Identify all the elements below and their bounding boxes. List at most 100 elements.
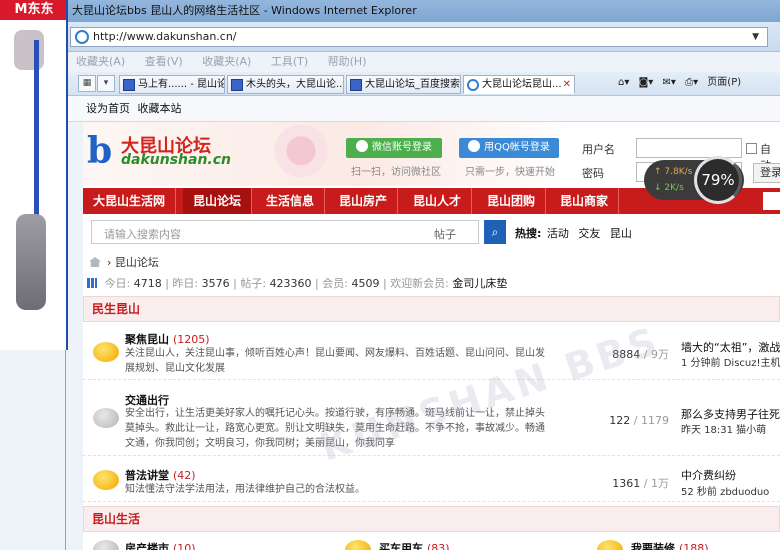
username-input[interactable]: [636, 138, 742, 158]
stats-icon: [87, 278, 97, 288]
upload-value: 7.8K/s: [664, 167, 693, 177]
tab-3[interactable]: 大昆山论坛_百度搜索: [346, 75, 461, 94]
thread-count: 1361: [612, 477, 641, 490]
home-icon[interactable]: ⌂▾: [618, 77, 629, 88]
nav-item-house[interactable]: 昆山房产: [329, 188, 399, 214]
qq-login-label: 用QQ帐号登录: [484, 142, 550, 153]
hot-link-3[interactable]: 昆山: [610, 227, 632, 240]
set-home-link[interactable]: 设为首页: [86, 102, 130, 115]
popup-ad[interactable]: M东东: [0, 0, 68, 350]
ad-banner[interactable]: M东东: [0, 0, 66, 20]
forum-name[interactable]: 普法讲堂 (42): [125, 467, 196, 483]
search-input[interactable]: 请输入搜索内容 帖子: [91, 220, 479, 244]
hot-link-2[interactable]: 交友: [578, 227, 600, 240]
category-header-minsheng[interactable]: 民生昆山: [83, 296, 780, 322]
menu-help[interactable]: 帮助(H): [328, 55, 367, 68]
menu-view[interactable]: 查看(V): [145, 55, 183, 68]
forum-title[interactable]: 聚焦昆山: [125, 333, 169, 346]
forum-name[interactable]: 房产楼市 (10): [125, 540, 196, 550]
nav-search-box[interactable]: [763, 192, 780, 210]
forum-new-icon: [93, 342, 119, 362]
last-post-title[interactable]: 中介费纠纷: [681, 467, 780, 483]
network-speed-widget[interactable]: ↑ 7.8K/s ↓ 2K/s 79%: [644, 156, 744, 204]
forum-name[interactable]: 买车用车 (83): [379, 540, 450, 550]
last-post-title[interactable]: 墙大的“太祖”，激战群雄: [681, 339, 780, 355]
address-field[interactable]: http://www.dakunshan.cn/ ▼: [70, 27, 768, 47]
forum-stats: 8884 / 9万: [612, 348, 669, 361]
welcome-label: 欢迎新会员:: [390, 277, 449, 290]
forum-name[interactable]: 聚焦昆山 (1205): [125, 331, 210, 347]
forum-today-count: (188): [679, 542, 709, 550]
category-header-life[interactable]: 昆山生活: [83, 506, 780, 532]
tab-1[interactable]: 马上有...... - 昆山论...: [119, 75, 225, 94]
quick-tabs-icon[interactable]: ▦: [78, 75, 96, 92]
logo-icon[interactable]: b: [87, 132, 117, 170]
post-count: 9万: [651, 348, 669, 361]
close-icon[interactable]: ✕: [563, 76, 571, 93]
nav-item-groupbuy[interactable]: 昆山团购: [477, 188, 547, 214]
window-title-bar: 大昆山论坛bbs 昆山人的网络生活社区 - Windows Internet E…: [0, 0, 780, 22]
page-menu[interactable]: 页面(P): [707, 77, 741, 88]
forum-description: 关注昆山人，关注昆山事，倾听百姓心声！昆山要闻、网友爆料、百姓话题、昆山问问、昆…: [125, 348, 545, 374]
last-post-info[interactable]: 52 秒前 zbduoduo: [681, 483, 780, 498]
forum-name[interactable]: 我要装修 (188): [631, 540, 709, 550]
last-post-title[interactable]: 那么多支持男子往死里打: [681, 406, 780, 422]
feeds-icon[interactable]: ◙▾: [639, 77, 654, 88]
chevron-down-icon[interactable]: ▼: [752, 28, 759, 46]
nav-item-merchants[interactable]: 昆山商家: [550, 188, 620, 214]
forum-title[interactable]: 房产楼市: [125, 542, 169, 550]
forum-description: 安全出行，让生活更美好家人的嘱托记心头。按道行驶，有序畅通。斑马线前让一让，禁止…: [125, 408, 545, 449]
print-icon[interactable]: ⎙▾: [685, 77, 698, 88]
forum-new-icon: [345, 540, 371, 550]
new-member-link[interactable]: 金司儿床垫: [452, 277, 507, 290]
forum-today-count: (42): [173, 469, 196, 482]
page-icon: [123, 79, 135, 91]
forum-description: 知法懂法守法学法用法，用法律维护自己的合法权益。: [125, 484, 365, 495]
forum-today-count: (1205): [173, 333, 210, 346]
members-count: 4509: [351, 277, 380, 290]
menu-bookmarks[interactable]: 收藏夹(A): [202, 55, 251, 68]
logo-url[interactable]: dakunshan.cn: [121, 152, 231, 168]
tab-4-active[interactable]: 大昆山论坛昆山... ✕: [463, 75, 575, 94]
search-button[interactable]: ⌕: [484, 220, 506, 244]
download-speed: ↓ 2K/s: [654, 183, 684, 193]
forum-row: 普法讲堂 (42) 知法懂法守法学法用法，用法律维护自己的合法权益。 1361 /…: [83, 456, 780, 502]
mail-icon[interactable]: ✉▾: [662, 77, 675, 88]
bookmark-link[interactable]: 收藏本站: [138, 102, 182, 115]
tab-2[interactable]: 木头的头，大昆山论...: [227, 75, 344, 94]
forum-title[interactable]: 普法讲堂: [125, 469, 169, 482]
ie-logo-icon: [75, 30, 89, 44]
ie-page-icon: [467, 79, 479, 91]
auto-login-checkbox[interactable]: [746, 143, 757, 154]
menu-tools[interactable]: 工具(T): [271, 55, 308, 68]
username-label: 用户名: [582, 143, 615, 156]
hot-link-1[interactable]: 活动: [547, 227, 569, 240]
menu-favorites[interactable]: 收藏夹(A): [76, 55, 125, 68]
last-post-info[interactable]: 昨天 18:31 猫小萌: [681, 421, 780, 436]
breadcrumb-current[interactable]: 昆山论坛: [115, 256, 159, 269]
forum-row: 聚焦昆山 (1205) 关注昆山人，关注昆山事，倾听百姓心声！昆山要闻、网友爆料、…: [83, 322, 780, 380]
wechat-login-button[interactable]: 微信账号登录: [346, 138, 442, 158]
tab-list-icon[interactable]: ▾: [97, 75, 115, 92]
menu-bar: 收藏夹(A) 查看(V) 收藏夹(A) 工具(T) 帮助(H): [0, 52, 780, 72]
last-post-info[interactable]: 1 分钟前 Discuz!主机: [681, 354, 780, 369]
nav-item-forum[interactable]: 昆山论坛: [183, 188, 253, 214]
forum-today-count: (10): [173, 542, 196, 550]
thread-count: 122: [609, 414, 631, 427]
nav-item-info[interactable]: 生活信息: [256, 188, 326, 214]
search-type-select[interactable]: 帖子: [434, 226, 456, 242]
login-button[interactable]: 登录: [753, 163, 780, 183]
forum-title[interactable]: 我要装修: [631, 542, 675, 550]
breadcrumb-sep: ›: [107, 256, 115, 269]
home-icon[interactable]: [89, 257, 101, 267]
forum-title[interactable]: 买车用车: [379, 542, 423, 550]
breadcrumb: › 昆山论坛: [89, 254, 159, 270]
forum-today-count: (83): [427, 542, 450, 550]
memory-usage-gauge: 79%: [694, 156, 742, 204]
qq-login-button[interactable]: 用QQ帐号登录: [459, 138, 559, 158]
posts-label: 帖子:: [240, 277, 267, 290]
nav-item-jobs[interactable]: 昆山人才: [403, 188, 473, 214]
page-icon: [231, 79, 243, 91]
qq-icon: [468, 140, 481, 152]
nav-item-life[interactable]: 大昆山生活网: [83, 188, 177, 214]
